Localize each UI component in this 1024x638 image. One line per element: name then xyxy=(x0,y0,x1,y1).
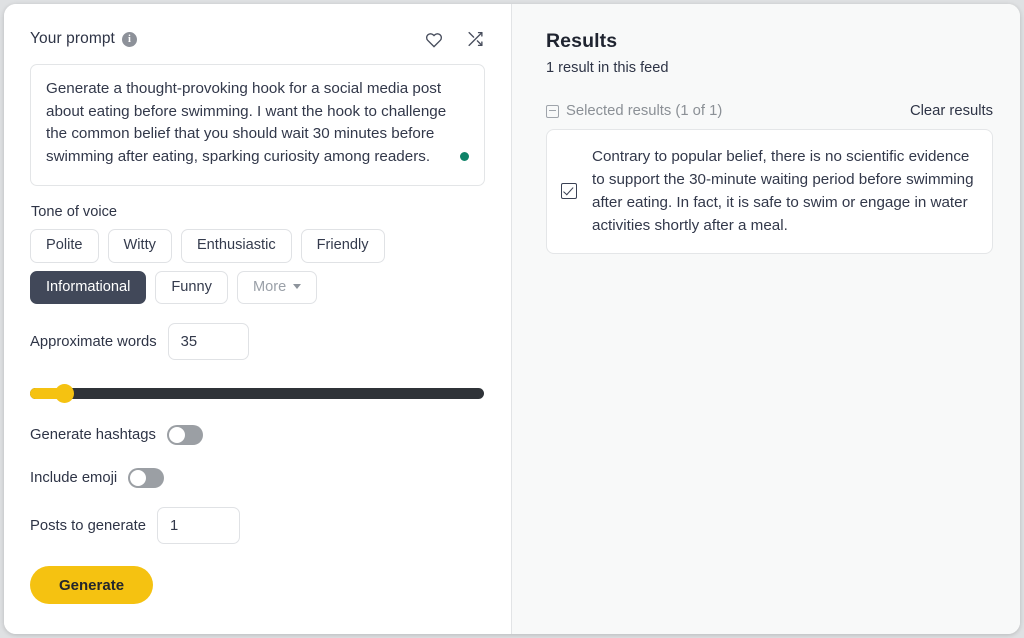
tone-chip-informational[interactable]: Informational xyxy=(30,270,147,305)
results-subtitle: 1 result in this feed xyxy=(546,60,669,76)
shuffle-icon[interactable] xyxy=(465,29,485,49)
posts-to-generate-row: Posts to generate xyxy=(30,507,485,545)
creativity-slider[interactable] xyxy=(30,383,484,403)
tone-chip-group: Polite Witty Enthusiastic Friendly Infor… xyxy=(30,229,430,305)
posts-to-generate-label: Posts to generate xyxy=(30,517,146,534)
generate-button[interactable]: Generate xyxy=(30,566,154,605)
posts-to-generate-input[interactable] xyxy=(156,507,240,545)
include-emoji-toggle[interactable] xyxy=(128,468,165,489)
tone-chip-friendly[interactable]: Friendly xyxy=(300,229,385,263)
tone-chip-witty[interactable]: Witty xyxy=(107,229,172,263)
selected-results-label: Selected results (1 of 1) xyxy=(566,103,723,119)
collapse-minus-icon[interactable] xyxy=(546,104,559,118)
approximate-words-input[interactable] xyxy=(167,323,249,361)
include-emoji-row: Include emoji xyxy=(30,468,485,489)
tone-chip-enthusiastic[interactable]: Enthusiastic xyxy=(180,229,292,263)
status-dot-icon xyxy=(460,152,469,161)
prompt-header-actions xyxy=(424,29,485,49)
app-window: Your prompt i Generate a thought-provoki… xyxy=(4,4,1020,634)
tone-more-button[interactable]: More xyxy=(236,270,318,305)
generate-hashtags-row: Generate hashtags xyxy=(30,425,485,446)
toggle-knob xyxy=(168,427,185,444)
approximate-words-label: Approximate words xyxy=(30,333,157,350)
results-title: Results xyxy=(546,30,618,52)
chevron-down-icon xyxy=(293,284,302,290)
tone-chip-polite[interactable]: Polite xyxy=(30,229,99,263)
slider-thumb[interactable] xyxy=(55,383,74,403)
approximate-words-row: Approximate words xyxy=(30,323,485,361)
toggle-knob xyxy=(130,470,147,487)
result-card[interactable]: Contrary to popular belief, there is no … xyxy=(546,129,993,254)
selected-results-header: Selected results (1 of 1) Clear results xyxy=(546,103,993,119)
prompt-label: Your prompt xyxy=(30,30,115,47)
prompt-header: Your prompt i xyxy=(30,26,485,52)
heart-icon[interactable] xyxy=(424,29,444,49)
generate-hashtags-label: Generate hashtags xyxy=(30,427,156,444)
result-text: Contrary to popular belief, there is no … xyxy=(592,148,974,234)
prompt-panel: Your prompt i Generate a thought-provoki… xyxy=(4,4,512,634)
generate-hashtags-toggle[interactable] xyxy=(166,425,203,446)
result-checkbox[interactable] xyxy=(561,183,577,199)
prompt-text: Generate a thought-provoking hook for a … xyxy=(46,80,451,165)
info-icon[interactable]: i xyxy=(121,31,137,47)
tone-chip-funny[interactable]: Funny xyxy=(155,270,228,305)
include-emoji-label: Include emoji xyxy=(30,470,118,487)
tone-more-label: More xyxy=(252,278,287,295)
prompt-textarea[interactable]: Generate a thought-provoking hook for a … xyxy=(30,64,485,186)
slider-track xyxy=(30,387,484,399)
clear-results-button[interactable]: Clear results xyxy=(910,103,993,119)
tone-label: Tone of voice xyxy=(31,204,117,220)
results-panel: Results 1 result in this feed Selected r… xyxy=(512,4,1020,634)
